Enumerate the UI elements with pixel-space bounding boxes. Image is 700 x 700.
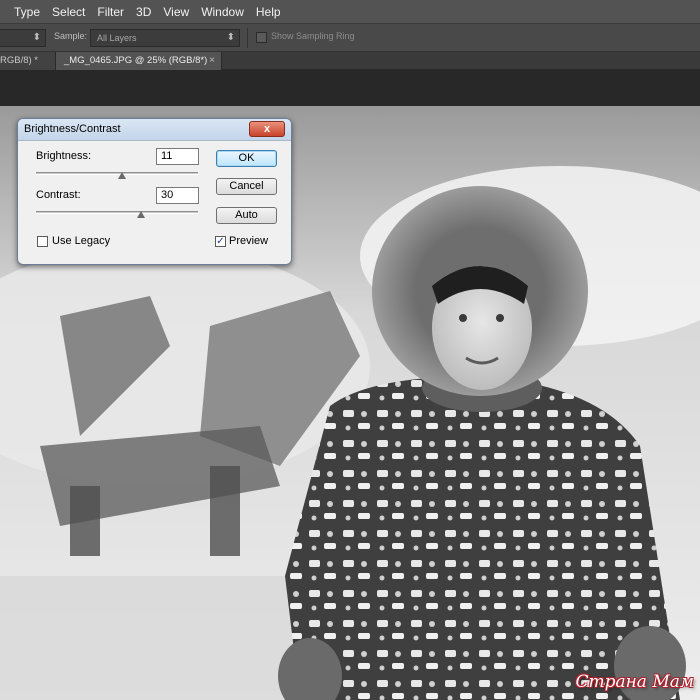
menu-view[interactable]: View	[157, 0, 195, 24]
brightness-contrast-dialog: Brightness/Contrast x Brightness: 11 Con…	[17, 118, 292, 265]
close-glyph: x	[263, 123, 271, 135]
watermark-logo: Страна Мам	[575, 672, 694, 692]
chevron-updown-icon: ⬍	[226, 32, 235, 43]
sample-label: Sample:	[54, 31, 88, 41]
tab-label: RGB/8) *	[0, 55, 39, 66]
chevron-updown-icon: ⬍	[32, 32, 41, 43]
menu-window[interactable]: Window	[195, 0, 250, 24]
preview-checkbox[interactable]: ✓	[215, 236, 226, 247]
options-bar: ⬍ Sample: All Layers ⬍ Show Sampling Rin…	[0, 24, 700, 52]
contrast-slider-thumb[interactable]	[137, 211, 146, 218]
close-icon[interactable]: x	[249, 121, 285, 137]
contrast-input[interactable]: 30	[156, 187, 199, 204]
menu-3d[interactable]: 3D	[130, 0, 157, 24]
sampling-ring-checkbox[interactable]	[256, 32, 267, 43]
tab-previous-document[interactable]: RGB/8) *	[0, 52, 56, 70]
ok-button[interactable]: OK	[216, 150, 277, 167]
sample-size-select[interactable]: ⬍	[0, 29, 46, 47]
cancel-button[interactable]: Cancel	[216, 178, 277, 195]
use-legacy-checkbox[interactable]	[37, 236, 48, 247]
menu-type[interactable]: Type	[8, 0, 46, 24]
contrast-label: Contrast:	[36, 189, 81, 201]
close-icon[interactable]: ×	[209, 52, 215, 70]
brightness-input[interactable]: 11	[156, 148, 199, 165]
preview-label: Preview	[229, 235, 269, 247]
use-legacy-label: Use Legacy	[52, 235, 111, 247]
tab-active-document[interactable]: _MG_0465.JPG @ 25% (RGB/8*) * ×	[56, 52, 222, 84]
dialog-body: Brightness: 11 Contrast: 30 Use Legacy O…	[18, 141, 291, 264]
contrast-slider[interactable]	[36, 211, 198, 214]
auto-button[interactable]: Auto	[216, 207, 277, 224]
checkmark-icon: ✓	[216, 236, 225, 247]
brightness-slider-thumb[interactable]	[117, 172, 126, 179]
sample-select-value: All Layers	[97, 33, 137, 43]
menu-select[interactable]: Select	[46, 0, 91, 24]
brightness-label: Brightness:	[36, 150, 92, 162]
sampling-ring-label: Show Sampling Ring	[271, 31, 355, 41]
menu-filter[interactable]: Filter	[91, 0, 130, 24]
options-divider	[247, 28, 248, 48]
dialog-titlebar[interactable]: Brightness/Contrast x	[18, 119, 291, 141]
menu-bar: Type Select Filter 3D View Window Help	[0, 0, 700, 24]
document-tabs: RGB/8) * _MG_0465.JPG @ 25% (RGB/8*) * ×	[0, 52, 700, 84]
sample-select[interactable]: All Layers ⬍	[90, 29, 240, 47]
dialog-title: Brightness/Contrast	[24, 123, 121, 135]
menu-help[interactable]: Help	[250, 0, 287, 24]
